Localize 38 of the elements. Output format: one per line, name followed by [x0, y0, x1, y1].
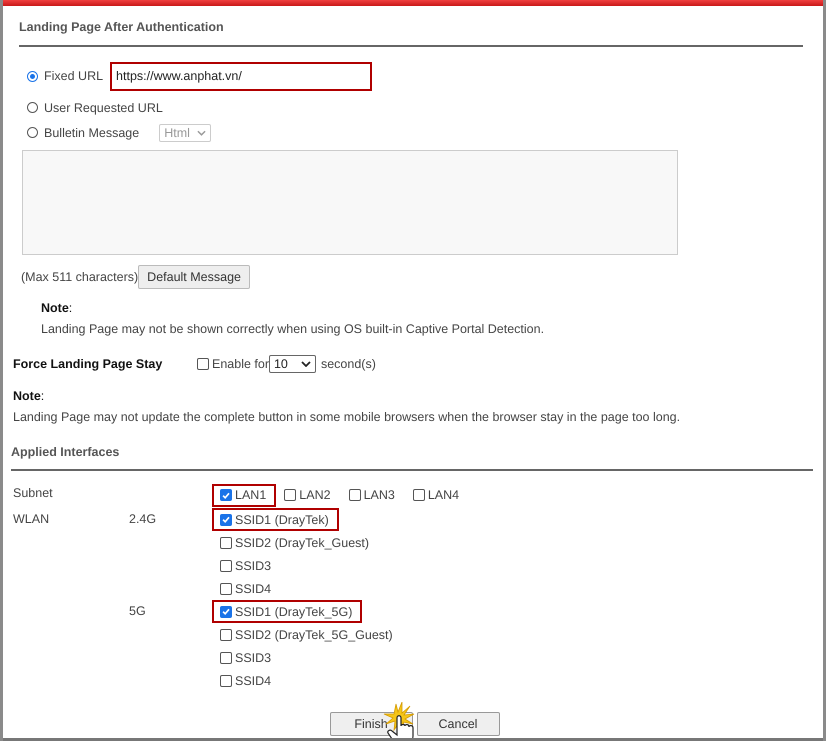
checkbox-option[interactable]: SSID4 — [212, 577, 282, 600]
cancel-button[interactable]: Cancel — [416, 712, 500, 736]
unit-text: second(s) — [320, 357, 376, 371]
checkbox-option[interactable]: SSID4 — [212, 669, 282, 692]
note-title: Note: — [41, 301, 72, 315]
section-title: Landing Page After Authentication — [19, 20, 225, 34]
url-field[interactable]: https://www.anphat.vn/ — [110, 62, 372, 90]
band-label: 2.4G — [129, 511, 158, 528]
section-title: Applied Interfaces — [11, 445, 120, 459]
chevron-down-icon — [300, 361, 311, 367]
message-textarea[interactable] — [22, 150, 678, 255]
enable-checkbox[interactable]: Enable for — [197, 357, 269, 371]
note-title: Note: — [13, 389, 44, 403]
seconds-dropdown[interactable]: 10 — [268, 355, 316, 373]
checkbox-option[interactable]: LAN2 — [276, 484, 341, 506]
band-label: 5G — [129, 603, 147, 620]
radio-option[interactable]: Bulletin Message — [27, 126, 140, 140]
checkmark-icon — [221, 514, 231, 525]
radio-option[interactable]: Fixed URL — [27, 69, 104, 83]
chevron-down-icon — [197, 130, 206, 136]
checkbox-option[interactable]: LAN4 — [404, 484, 470, 506]
checkbox-option[interactable]: SSID3 — [212, 646, 282, 669]
checkbox-option[interactable]: LAN3 — [340, 484, 405, 506]
radio-option[interactable]: User Requested URL — [27, 100, 163, 114]
default-message-button[interactable]: Default Message — [138, 265, 250, 289]
checkbox-option[interactable]: SSID1 (DrayTek_5G) — [212, 600, 362, 623]
checkbox-option[interactable]: SSID1 (DrayTek) — [212, 508, 339, 531]
checkbox-option[interactable]: SSID3 — [212, 554, 282, 577]
force-stay-label: Force Landing Page Stay — [13, 357, 164, 371]
note-text: Landing Page may not be shown correctly when using OS built-in Captive Portal Detection. — [41, 321, 546, 338]
max-length-text: (Max 511 characters) — [21, 270, 138, 284]
subnet-label: Subnet — [13, 485, 54, 502]
checkbox-option[interactable]: SSID2 (DrayTek_5G_Guest) — [212, 623, 403, 646]
checkbox-option[interactable]: LAN1 — [212, 484, 276, 506]
wlan-label: WLAN — [13, 511, 50, 528]
checkmark-icon — [221, 606, 231, 617]
checkbox-option[interactable]: SSID2 (DrayTek_Guest) — [212, 531, 380, 554]
note-text: Landing Page may not update the complete button in some mobile browsers when the browser stay in the page too long. — [13, 409, 682, 426]
